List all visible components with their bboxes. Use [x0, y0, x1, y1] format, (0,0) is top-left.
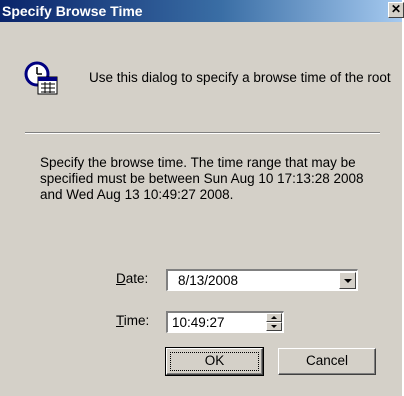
- date-label: Date:: [116, 271, 148, 286]
- time-label: Time:: [116, 313, 149, 328]
- date-label-text: ate:: [125, 271, 149, 286]
- close-button[interactable]: ✕: [388, 2, 404, 18]
- specify-browse-time-dialog: Specify Browse Time ✕ Use this dialog to…: [0, 0, 404, 396]
- title-bar[interactable]: Specify Browse Time ✕: [0, 0, 404, 22]
- date-dropdown-button[interactable]: [339, 272, 356, 289]
- time-label-accelerator: T: [116, 313, 124, 328]
- date-value: 8/13/2008: [178, 273, 239, 288]
- description-text: Specify the browse time. The time range …: [40, 155, 364, 202]
- clock-calendar-icon: [24, 61, 58, 95]
- cancel-button[interactable]: Cancel: [278, 348, 376, 375]
- intro-text: Use this dialog to specify a browse time…: [89, 70, 391, 85]
- time-value: 10:49:27: [172, 315, 225, 330]
- cancel-button-label: Cancel: [305, 353, 349, 368]
- separator: [25, 132, 380, 134]
- time-label-text: ime:: [123, 313, 150, 328]
- date-label-accelerator: D: [116, 271, 126, 286]
- time-spin-down-button[interactable]: [266, 322, 282, 331]
- ok-button[interactable]: OK: [165, 347, 264, 376]
- time-spin-up-button[interactable]: [266, 313, 282, 322]
- time-input[interactable]: 10:49:27: [166, 311, 284, 333]
- window-title: Specify Browse Time: [2, 3, 143, 19]
- close-icon: ✕: [390, 2, 402, 16]
- ok-button-label: OK: [204, 353, 225, 368]
- date-picker[interactable]: 8/13/2008: [166, 269, 358, 291]
